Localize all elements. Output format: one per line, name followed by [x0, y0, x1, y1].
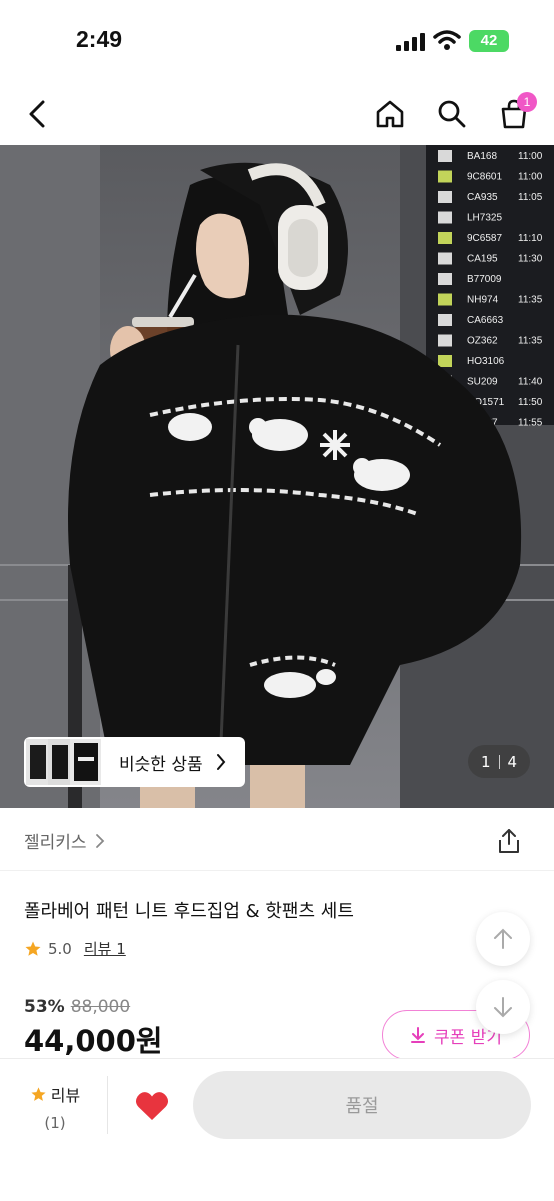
sale-price: 44,000원: [24, 1024, 163, 1058]
flight-time: 11:30: [518, 254, 543, 265]
flight-time: 11:35: [518, 295, 543, 306]
review-tab-count: (1): [44, 1114, 66, 1132]
sold-out-button[interactable]: 품절: [193, 1071, 531, 1139]
home-button[interactable]: [368, 92, 412, 136]
flight-number: 9C6587: [467, 233, 502, 244]
product-title: 폴라베어 패턴 니트 후드집업 & 핫팬츠 세트: [24, 901, 354, 922]
airline-logo: [438, 232, 452, 244]
cellular-signal-icon: [396, 33, 425, 51]
flight-time: 11:55: [518, 418, 543, 429]
airline-logo: [438, 211, 452, 224]
flight-time: 11:00: [518, 172, 543, 183]
similar-products-label: 비슷한 상품: [119, 754, 203, 775]
flight-number: LH7325: [467, 213, 502, 224]
battery-indicator: 42: [469, 30, 509, 52]
discount-row: 53% 88,000: [24, 997, 130, 1017]
product-image[interactable]: BA168 11:00 9C8601 11:00 CA935 11:05 LH7325 9C6…: [0, 145, 554, 808]
airline-logo: [438, 293, 452, 306]
flight-time: 11:10: [518, 233, 543, 244]
arrow-up-icon: [494, 928, 512, 949]
scroll-down-button[interactable]: [476, 980, 530, 1034]
product-photo: BA168 11:00 9C8601 11:00 CA935 11:05 LH7325 9C6…: [0, 145, 554, 808]
brand-link[interactable]: 젤리키스: [24, 828, 105, 853]
discount-rate: 53%: [24, 997, 65, 1017]
cart-count-badge: 1: [517, 92, 537, 112]
review-tab-button[interactable]: 리뷰 (1): [20, 1082, 90, 1132]
flight-time: 11:50: [518, 397, 543, 408]
like-button[interactable]: [128, 1084, 176, 1128]
review-tab-label: 리뷰: [50, 1086, 81, 1105]
share-button[interactable]: [490, 822, 528, 860]
star-icon: [25, 941, 41, 956]
brand-name: 젤리키스: [24, 833, 87, 853]
original-price: 88,000: [70, 997, 131, 1017]
flight-time: 11:40: [518, 377, 543, 388]
search-button[interactable]: [430, 92, 474, 136]
flight-number: B77009: [467, 274, 502, 285]
similar-product-thumbnails: [26, 739, 101, 785]
flight-number: HO3106: [467, 356, 505, 367]
back-button[interactable]: [16, 92, 60, 136]
flight-time: 11:00: [518, 151, 543, 162]
arrow-down-icon: [494, 997, 512, 1018]
search-icon: [438, 100, 466, 128]
flight-number: CA935: [467, 192, 498, 203]
airline-logo: [438, 150, 452, 162]
flight-number: OZ362: [467, 336, 498, 347]
flight-number: 9C8601: [467, 172, 502, 183]
similar-products-button[interactable]: 비슷한 상품: [24, 737, 245, 787]
page-separator: [498, 754, 500, 769]
share-icon: [499, 829, 519, 853]
airline-logo: [438, 314, 452, 326]
image-page-indicator: 1 4: [468, 745, 530, 778]
flight-time: 11:05: [518, 192, 543, 203]
flight-number: SU209: [467, 377, 498, 388]
divider: [0, 870, 554, 871]
flight-time: 11:35: [518, 336, 543, 347]
scroll-up-button[interactable]: [476, 912, 530, 966]
star-icon: [31, 1086, 46, 1101]
status-time: 2:49: [76, 26, 123, 52]
airline-logo: [438, 191, 452, 203]
flight-number: CA195: [467, 254, 498, 265]
chevron-right-icon: [216, 754, 225, 770]
flight-number: BA168: [467, 151, 497, 162]
rating-row: 5.0 리뷰 1: [24, 938, 126, 959]
airline-logo: [438, 355, 452, 367]
back-arrow-icon: [29, 100, 45, 128]
flight-number: NH974: [467, 295, 499, 306]
airline-logo: [438, 170, 452, 183]
review-count-link[interactable]: 리뷰 1: [84, 938, 126, 959]
airline-logo: [438, 334, 452, 347]
airline-logo: [438, 252, 452, 265]
airline-logo: [438, 273, 452, 285]
divider: [107, 1076, 108, 1134]
heart-icon: [135, 1092, 169, 1120]
wifi-icon: [433, 30, 461, 50]
current-page: 1: [480, 752, 491, 771]
total-pages: 4: [507, 752, 518, 771]
chevron-right-icon: [95, 833, 104, 848]
rating-score: 5.0: [48, 939, 72, 958]
flight-number: CA6663: [467, 315, 504, 326]
home-icon: [376, 100, 404, 128]
download-icon: [411, 1027, 426, 1043]
